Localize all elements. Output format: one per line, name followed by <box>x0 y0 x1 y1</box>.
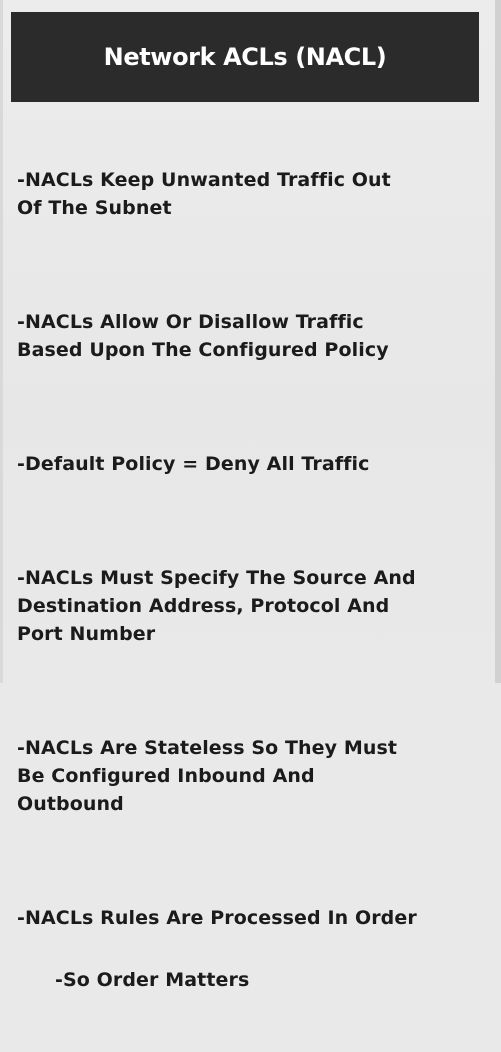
slide-title: Network ACLs (NACL) <box>103 43 387 71</box>
bullet-text: -NACLs Are Stateless So They Must Be Con… <box>17 737 398 815</box>
bullet-item: -NACLs Keep Unwanted Traffic Out Of The … <box>17 138 487 250</box>
bullet-text: -NACLs Rules Are Processed In Order <box>17 907 417 929</box>
bullet-text: -Default Policy = Deny All Traffic <box>17 453 370 475</box>
bullet-item: -NACLs Allow Or Disallow Traffic Based U… <box>17 280 487 392</box>
title-bar: Network ACLs (NACL) <box>11 12 479 102</box>
bullet-list: -NACLs Keep Unwanted Traffic Out Of The … <box>17 138 487 1052</box>
bullet-text: -NACLs Allow Or Disallow Traffic Based U… <box>17 311 389 361</box>
bullet-item: -NACLs Are Stateless So They Must Be Con… <box>17 706 487 846</box>
bullet-item: -NACLs Rules Are Processed In Order -So … <box>17 876 487 1022</box>
sub-bullet-text: -So Order Matters <box>55 969 250 991</box>
bullet-text: -NACLs Must Specify The Source And Desti… <box>17 567 416 645</box>
bullet-text: -NACLs Keep Unwanted Traffic Out Of The … <box>17 169 391 219</box>
slide: Network ACLs (NACL) -NACLs Keep Unwanted… <box>0 0 501 991</box>
bullet-item: -NACLs Must Specify The Source And Desti… <box>17 536 487 676</box>
bullet-item: -Default Policy = Deny All Traffic <box>17 422 487 506</box>
